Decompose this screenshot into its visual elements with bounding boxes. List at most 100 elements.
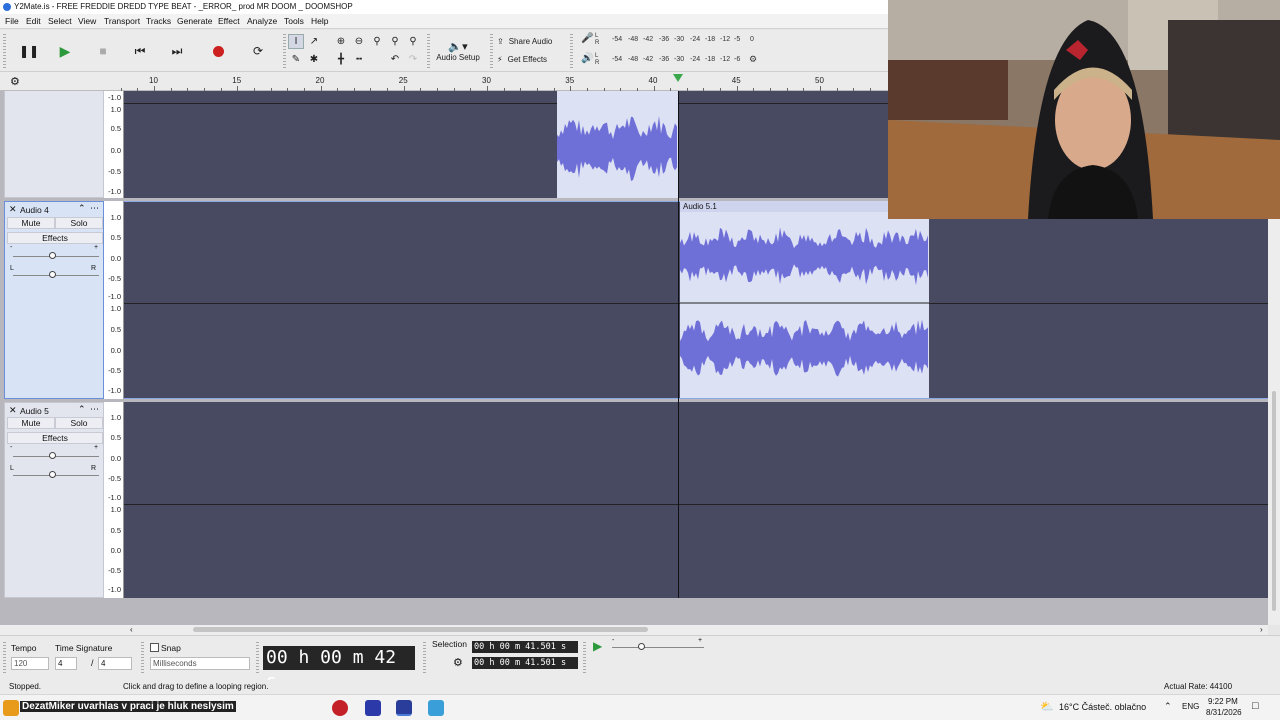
effects-button[interactable]: Effects: [7, 432, 103, 444]
playhead-marker[interactable]: [673, 74, 684, 82]
scroll-right-icon[interactable]: ›: [1260, 625, 1263, 634]
toolbar-grip[interactable]: [427, 34, 430, 68]
menu-tools[interactable]: Tools: [284, 16, 304, 26]
pan-slider[interactable]: [13, 275, 99, 276]
notes-icon[interactable]: [428, 700, 444, 716]
snap-checkbox[interactable]: [150, 643, 159, 652]
selection-gear-icon[interactable]: ⚙: [453, 656, 463, 669]
menu-edit[interactable]: Edit: [26, 16, 41, 26]
track-menu-icon[interactable]: ⋯: [90, 203, 99, 214]
pan-slider-knob[interactable]: [49, 271, 56, 278]
audio-clip[interactable]: [557, 91, 678, 198]
mute-button[interactable]: Mute: [7, 217, 55, 229]
notifications-icon[interactable]: □: [1252, 700, 1259, 712]
horizontal-scroll-thumb[interactable]: [193, 627, 648, 632]
menu-select[interactable]: Select: [48, 16, 72, 26]
zoom-in-button[interactable]: ⊕: [333, 34, 349, 49]
zoom-toggle-button[interactable]: ⚲: [405, 34, 421, 49]
close-track-icon[interactable]: ✕: [9, 204, 17, 215]
multi-tool-button[interactable]: ✱: [306, 52, 322, 67]
track-name[interactable]: Audio 4: [20, 205, 49, 215]
clock-time[interactable]: 9:22 PM: [1208, 697, 1238, 706]
gain-slider-knob[interactable]: [49, 452, 56, 459]
snap-unit-select[interactable]: [150, 657, 250, 670]
loop-button[interactable]: ⟳: [243, 36, 273, 66]
record-button[interactable]: [203, 36, 233, 66]
gain-slider[interactable]: [13, 256, 99, 257]
chrome-icon[interactable]: [332, 700, 348, 716]
pan-slider[interactable]: [13, 475, 99, 476]
horizontal-scrollbar[interactable]: ‹ ›: [0, 625, 1268, 635]
menu-help[interactable]: Help: [311, 16, 328, 26]
silence-button[interactable]: ╍: [351, 52, 367, 67]
weather-icon[interactable]: ⛅: [1040, 700, 1054, 713]
stop-button[interactable]: ■: [88, 36, 118, 66]
menu-file[interactable]: File: [5, 16, 19, 26]
time-signature-denominator[interactable]: [98, 657, 132, 670]
audio-clip-audio-5-1[interactable]: Audio 5.1: [680, 201, 929, 398]
undo-button[interactable]: ↶: [387, 52, 403, 67]
playback-speed-knob[interactable]: [638, 643, 645, 650]
audacity-icon[interactable]: [396, 700, 412, 716]
language-indicator[interactable]: ENG: [1182, 702, 1199, 711]
audio-setup-button[interactable]: 🔈▾ Audio Setup: [432, 34, 484, 68]
skip-start-button[interactable]: ⏮: [125, 36, 155, 66]
close-track-icon[interactable]: ✕: [9, 405, 17, 416]
menu-tracks[interactable]: Tracks: [146, 16, 171, 26]
toolbar-grip[interactable]: [256, 642, 259, 674]
menu-view[interactable]: View: [78, 16, 96, 26]
play-at-speed-icon[interactable]: ▶: [593, 639, 602, 653]
scroll-left-icon[interactable]: ‹: [130, 625, 133, 634]
solo-button[interactable]: Solo: [55, 417, 103, 429]
gain-slider[interactable]: [13, 456, 99, 457]
fit-selection-button[interactable]: ⚲: [369, 34, 385, 49]
skip-end-button[interactable]: ⏭: [162, 36, 192, 66]
selection-tool-button[interactable]: I: [288, 34, 304, 49]
envelope-tool-button[interactable]: ↗: [306, 34, 322, 49]
fit-project-button[interactable]: ⚲: [387, 34, 403, 49]
solo-button[interactable]: Solo: [55, 217, 103, 229]
track-control-panel-audio-4[interactable]: ✕ Audio 4 ⌃ ⋯ Mute Solo Effects - + L R: [4, 201, 104, 399]
toolbar-grip[interactable]: [570, 34, 573, 68]
playback-speed-slider[interactable]: [612, 647, 704, 648]
effects-button[interactable]: Effects: [7, 232, 103, 244]
gain-slider-knob[interactable]: [49, 252, 56, 259]
app-icon[interactable]: [365, 700, 381, 716]
tray-chevron-icon[interactable]: ⌃: [1164, 701, 1172, 712]
track-control-panel-audio-5[interactable]: ✕ Audio 5 ⌃ ⋯ Mute Solo Effects - + L R: [4, 402, 104, 598]
toolbar-grip[interactable]: [3, 642, 6, 674]
get-effects-button[interactable]: ⚡ Get Effects: [497, 51, 565, 67]
mute-button[interactable]: Mute: [7, 417, 55, 429]
playback-meter[interactable]: -54 -48 -42 -36 -30 -24 -18 -12 -6 ⚙: [609, 54, 759, 66]
draw-tool-button[interactable]: ✎: [288, 52, 304, 67]
track-control-panel[interactable]: [4, 91, 104, 198]
menu-generate[interactable]: Generate: [177, 16, 212, 26]
pause-button[interactable]: ❚❚: [14, 36, 44, 66]
time-display[interactable]: 00 h 00 m 42 s: [263, 646, 415, 692]
clock-date[interactable]: 8/31/2026: [1206, 708, 1242, 717]
weather-text[interactable]: 16°C Částeč. oblačno: [1059, 702, 1146, 712]
vertical-scroll-thumb[interactable]: [1272, 391, 1276, 611]
track-menu-icon[interactable]: ⋯: [90, 404, 99, 415]
record-meter[interactable]: -54 -48 -42 -36 -30 -24 -18 -12 -5 0: [609, 34, 754, 46]
menu-analyze[interactable]: Analyze: [247, 16, 277, 26]
tempo-input[interactable]: [11, 657, 49, 670]
timeline-settings-gear-icon[interactable]: ⚙: [10, 75, 20, 88]
toolbar-grip[interactable]: [583, 642, 586, 674]
zoom-out-button[interactable]: ⊖: [351, 34, 367, 49]
selection-end-time[interactable]: 00 h 00 m 41.501 s: [472, 657, 578, 669]
trim-button[interactable]: ╋: [333, 52, 349, 67]
time-signature-numerator[interactable]: [55, 657, 77, 670]
toolbar-grip[interactable]: [3, 34, 6, 68]
redo-button[interactable]: ↷: [405, 52, 421, 67]
toolbar-grip[interactable]: [141, 642, 144, 674]
toolbar-grip[interactable]: [283, 34, 286, 68]
app-icon[interactable]: [3, 700, 19, 716]
track-name[interactable]: Audio 5: [20, 406, 49, 416]
collapse-icon[interactable]: ⌃: [78, 203, 86, 214]
pan-slider-knob[interactable]: [49, 471, 56, 478]
share-audio-button[interactable]: ⇪ Share Audio: [497, 33, 565, 49]
menu-transport[interactable]: Transport: [104, 16, 140, 26]
toolbar-grip[interactable]: [490, 34, 493, 68]
menu-effect[interactable]: Effect: [218, 16, 240, 26]
